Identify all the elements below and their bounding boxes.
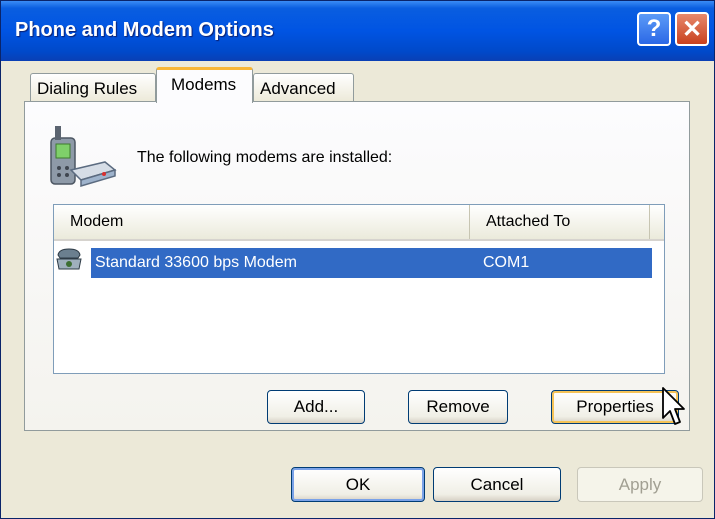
modem-icon [56, 248, 82, 270]
modem-port: COM1 [483, 254, 530, 271]
cancel-button[interactable]: Cancel [433, 467, 561, 502]
tab-modems-label: Modems [171, 75, 237, 94]
column-header-modem[interactable]: Modem [54, 205, 470, 239]
close-button[interactable]: ✕ [675, 12, 709, 46]
intro-text: The following modems are installed: [137, 149, 393, 166]
window-title: Phone and Modem Options [15, 19, 274, 41]
tab-modems[interactable]: Modems [156, 67, 253, 103]
title-bar[interactable]: Phone and Modem Options ? ✕ [1, 1, 714, 61]
table-row[interactable]: Standard 33600 bps Modem COM1 [91, 248, 652, 278]
phone-modem-icon [50, 126, 117, 188]
help-icon: ? [646, 15, 662, 42]
add-button[interactable]: Add... [267, 390, 365, 424]
tab-advanced-label: Advanced [260, 79, 336, 98]
list-header: Modem Attached To [54, 205, 664, 241]
tab-dialing-rules[interactable]: Dialing Rules [30, 73, 156, 102]
tab-panel-modems: The following modems are installed: Mode… [24, 101, 690, 431]
column-header-attached-to[interactable]: Attached To [470, 205, 650, 239]
dialog-window: Phone and Modem Options ? ✕ Dialing Rule… [0, 0, 715, 519]
modem-name: Standard 33600 bps Modem [95, 254, 297, 271]
mouse-cursor-icon [662, 387, 685, 425]
remove-button[interactable]: Remove [408, 390, 508, 424]
tab-dialing-rules-label: Dialing Rules [37, 79, 138, 98]
ok-button[interactable]: OK [291, 467, 425, 502]
tab-advanced[interactable]: Advanced [253, 73, 354, 102]
modem-list[interactable]: Modem Attached To [53, 204, 665, 374]
close-icon: ✕ [681, 15, 703, 43]
help-button[interactable]: ? [637, 12, 671, 46]
apply-button: Apply [577, 467, 703, 502]
